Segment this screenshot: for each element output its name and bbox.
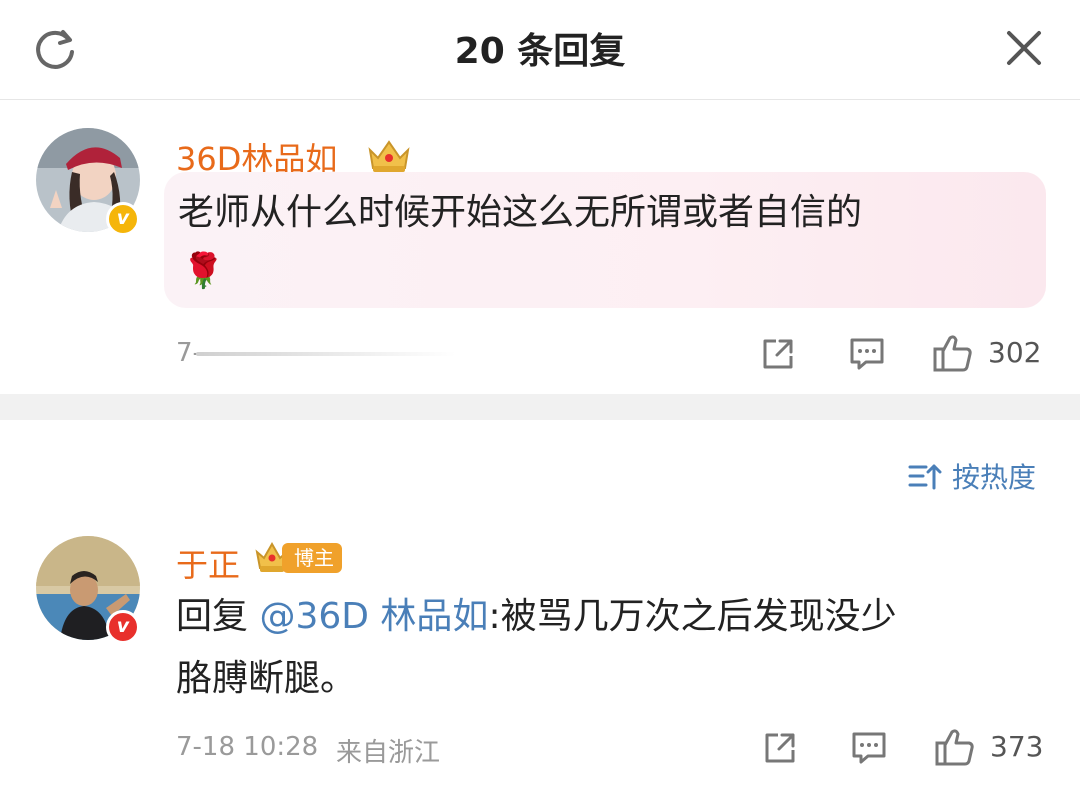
verified-badge-icon: v: [106, 610, 140, 644]
reply-source: 来自浙江: [336, 738, 441, 768]
thumbs-up-icon: [933, 335, 972, 372]
verified-badge-icon: v: [106, 202, 140, 236]
blogger-badge: 博主: [254, 540, 374, 574]
comment-icon: [852, 732, 886, 764]
comment-icon: [850, 338, 884, 370]
reply-username[interactable]: 于正: [176, 540, 240, 586]
mention-link[interactable]: @36D 林品如: [259, 596, 488, 637]
share-button[interactable]: [760, 336, 796, 372]
comment-content: 老师从什么时候开始这么无所谓或者自信的: [178, 192, 863, 233]
reply-content: 回复 @36D 林品如:被骂几万次之后发现没少: [176, 586, 897, 648]
close-button[interactable]: [1000, 24, 1048, 72]
reply-prefix: 回复: [176, 596, 260, 637]
share-button[interactable]: [762, 730, 798, 766]
like-count: 373: [990, 730, 1044, 763]
section-divider: [0, 394, 1080, 420]
sort-by-hot-button[interactable]: 按热度: [908, 456, 1036, 496]
thumbs-up-icon: [935, 729, 974, 766]
close-icon: [1007, 31, 1041, 65]
rose-emoji: 🌹: [182, 251, 225, 291]
comment-button[interactable]: [850, 730, 888, 766]
like-count: 302: [988, 336, 1042, 369]
reply-content-line2: 胳膊断腿。: [176, 658, 357, 699]
comment-button[interactable]: [848, 336, 886, 372]
blogger-badge-label: 博主: [282, 543, 342, 573]
like-button[interactable]: [934, 726, 976, 768]
page-title: 20 条回复: [454, 31, 626, 72]
sort-label: 按热度: [952, 461, 1037, 494]
share-icon: [763, 339, 793, 369]
modal-header: 20 条回复: [0, 0, 1080, 100]
sort-icon: [908, 464, 942, 490]
meta-fade: [196, 352, 456, 356]
like-button[interactable]: [932, 332, 974, 374]
share-icon: [765, 733, 795, 763]
reply-time: 7-18 10:28: [176, 732, 319, 762]
reply-text: :被骂几万次之后发现没少: [488, 596, 897, 637]
